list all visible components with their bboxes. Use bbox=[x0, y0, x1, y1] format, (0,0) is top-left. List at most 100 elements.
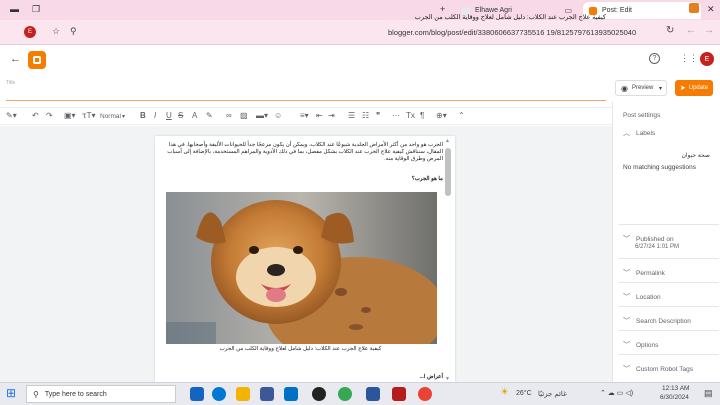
input-tools-icon[interactable]: ⌃ bbox=[458, 111, 465, 120]
help-icon[interactable]: ? bbox=[649, 53, 660, 64]
windows-taskbar: ⊞ ⚲ Type here to search ☀ 26°C غائم جزئي… bbox=[0, 382, 720, 405]
next-heading[interactable]: أعراض ا... bbox=[158, 374, 443, 381]
format-select[interactable]: Normal bbox=[100, 113, 121, 120]
task-view-icon[interactable] bbox=[190, 387, 204, 401]
italic-icon[interactable]: I bbox=[154, 111, 156, 120]
rtl-icon[interactable]: ¶ bbox=[420, 111, 424, 120]
title-underline bbox=[6, 100, 606, 101]
dog-photo[interactable] bbox=[166, 192, 437, 344]
post-settings-sidebar: Post settings ︿ Labels صحة حيوان No matc… bbox=[612, 102, 720, 382]
close-window-icon[interactable]: ✕ bbox=[707, 4, 715, 15]
section-heading[interactable]: ما هو الجرب؟ bbox=[158, 176, 443, 183]
more-icon[interactable]: ⋯ bbox=[392, 111, 400, 120]
no-matching-suggestions: No matching suggestions bbox=[623, 164, 696, 171]
edge-icon[interactable] bbox=[212, 387, 226, 401]
chevron-down-icon[interactable]: ▾ bbox=[122, 113, 125, 120]
emoji-icon[interactable]: ☺ bbox=[274, 111, 282, 120]
file-explorer-icon[interactable] bbox=[236, 387, 250, 401]
chevron-down-icon: ﹀ bbox=[623, 342, 630, 349]
weather-text: غائم جزئيًا bbox=[538, 391, 567, 398]
weather-temp: 26°C bbox=[516, 390, 532, 397]
reload-icon[interactable]: ↻ bbox=[666, 25, 674, 36]
bold-icon[interactable]: B bbox=[140, 111, 146, 120]
divider bbox=[619, 282, 719, 283]
text-color-icon[interactable]: A bbox=[192, 111, 197, 120]
insert-image-icon[interactable]: ▨ bbox=[240, 111, 248, 120]
scrollbar-thumb[interactable] bbox=[445, 148, 451, 196]
apps-grid-icon[interactable]: ⋮⋮ bbox=[680, 53, 698, 64]
forward-icon[interactable]: → bbox=[704, 25, 714, 36]
url-text[interactable]: blogger.com/blog/post/edit/3380606637735… bbox=[388, 28, 636, 37]
mail-icon[interactable] bbox=[284, 387, 298, 401]
undo-icon[interactable]: ↶ bbox=[32, 111, 39, 120]
chevron-down-icon[interactable]: ▾ bbox=[659, 85, 662, 92]
language-icon[interactable]: ⊕▾ bbox=[436, 111, 447, 120]
pdf-icon[interactable] bbox=[392, 387, 406, 401]
clock-date: 6/30/2024 bbox=[660, 394, 689, 401]
published-date: 6/27/24 1:01 PM bbox=[635, 244, 680, 250]
chevron-down-icon: ﹀ bbox=[623, 366, 630, 373]
taskbar-search[interactable]: ⚲ Type here to search bbox=[26, 385, 176, 403]
update-button[interactable]: ➤ Update bbox=[675, 80, 713, 96]
image-insert-icon[interactable]: ▣▾ bbox=[64, 111, 76, 120]
options-section[interactable]: ﹀ Options bbox=[623, 340, 658, 350]
clear-format-icon[interactable]: Tx bbox=[406, 111, 415, 120]
browser-tabstrip: ▬ ❐ + Elhawe Agri ▭ Post: Edit ✕ ✕ bbox=[0, 0, 720, 20]
search-icon: ⚲ bbox=[33, 389, 39, 399]
tab-label: Post: Edit bbox=[602, 7, 632, 14]
preview-label: Preview bbox=[631, 85, 654, 91]
minimize-icon[interactable]: ▬ bbox=[10, 4, 19, 14]
chrome-active-icon[interactable] bbox=[418, 387, 432, 401]
account-avatar[interactable]: E bbox=[700, 52, 714, 66]
windows-start-icon[interactable]: ⊞ bbox=[6, 386, 16, 400]
clock-time: 12:13 AM bbox=[662, 385, 690, 392]
intro-paragraph[interactable]: الجرب هو واحد من أكثر الأمراض الجلدية شي… bbox=[158, 142, 443, 163]
strikethrough-icon[interactable]: S bbox=[178, 111, 183, 120]
editor-scrollbar[interactable]: ▲ ▼ bbox=[444, 138, 452, 382]
labels-label: Labels bbox=[636, 129, 656, 137]
notification-icon[interactable]: ▤ bbox=[704, 388, 713, 399]
post-settings-heading: Post settings bbox=[623, 112, 661, 119]
bookmark-star-icon[interactable]: ☆ bbox=[52, 26, 60, 37]
preview-button[interactable]: ◉ Preview ▾ bbox=[615, 80, 667, 96]
search-description-section[interactable]: ﹀ Search Description bbox=[623, 316, 691, 326]
font-size-icon[interactable]: ꚍT▾ bbox=[82, 111, 96, 120]
back-icon[interactable]: ← bbox=[686, 25, 696, 36]
divider bbox=[619, 224, 719, 225]
custom-robot-tags-section[interactable]: ﹀ Custom Robot Tags bbox=[623, 364, 693, 374]
underline-icon[interactable]: U bbox=[166, 111, 172, 120]
permalink-section[interactable]: ﹀ Permalink bbox=[623, 268, 665, 278]
highlight-icon[interactable]: ✎ bbox=[206, 111, 213, 120]
indent-left-icon[interactable]: ⇤ bbox=[316, 111, 323, 120]
post-title-input[interactable]: كيفية علاج الجرب عند الكلاب: دليل شامل ل… bbox=[415, 13, 606, 21]
labels-section[interactable]: ︿ Labels bbox=[623, 128, 655, 138]
label-input[interactable]: صحة حيوان bbox=[681, 152, 710, 159]
blogger-logo-icon[interactable] bbox=[28, 51, 46, 69]
weather-icon[interactable]: ☀ bbox=[500, 387, 509, 398]
video-icon[interactable]: ▬▾ bbox=[256, 111, 268, 120]
eye-icon: ◉ bbox=[621, 83, 628, 93]
media-icon[interactable] bbox=[312, 387, 326, 401]
link-icon[interactable]: ∞ bbox=[226, 111, 232, 120]
align-icon[interactable]: ≡▾ bbox=[300, 111, 309, 120]
profile-avatar[interactable]: E bbox=[24, 26, 36, 38]
published-section[interactable]: ﹀ Published on bbox=[623, 234, 674, 244]
pen-icon[interactable]: ✎▾ bbox=[6, 111, 17, 120]
location-section[interactable]: ﹀ Location bbox=[623, 292, 661, 302]
numbered-list-icon[interactable]: ☷ bbox=[362, 111, 369, 120]
blogger-icon[interactable] bbox=[689, 3, 699, 13]
search-description-label: Search Description bbox=[636, 317, 691, 325]
redo-icon[interactable]: ↷ bbox=[46, 111, 53, 120]
bulleted-list-icon[interactable]: ☰ bbox=[348, 111, 355, 120]
image-caption[interactable]: كيفية علاج الجرب عند الكلاب: دليل شامل ل… bbox=[158, 346, 443, 353]
back-arrow-icon[interactable]: ← bbox=[10, 53, 21, 65]
divider bbox=[619, 354, 719, 355]
chrome-icon[interactable] bbox=[338, 387, 352, 401]
restore-icon[interactable]: ❐ bbox=[32, 4, 40, 15]
word-icon[interactable] bbox=[366, 387, 380, 401]
quote-icon[interactable]: ❞ bbox=[376, 111, 380, 120]
store-icon[interactable] bbox=[260, 387, 274, 401]
site-info-icon[interactable]: ⚲ bbox=[70, 26, 77, 37]
indent-right-icon[interactable]: ⇥ bbox=[328, 111, 335, 120]
tray-icons[interactable]: ⌃ ☁ ▭ ◁) bbox=[600, 389, 633, 397]
